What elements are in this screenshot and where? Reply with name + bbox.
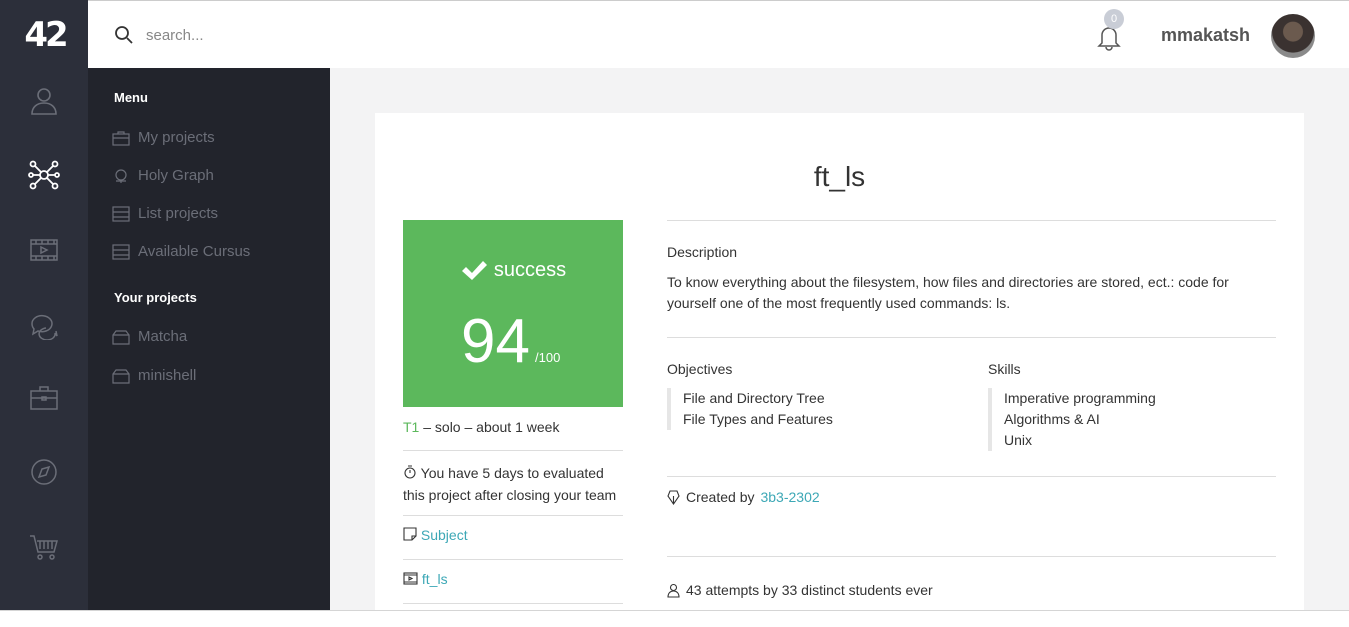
sub-menu-item-available-cursus[interactable]: Available Cursus bbox=[112, 243, 250, 260]
logo-42[interactable]: 42 bbox=[20, 15, 70, 55]
icon-rail: 42 bbox=[0, 0, 88, 610]
document-icon bbox=[403, 527, 417, 541]
attempts-line: 43 attempts by 33 distinct students ever bbox=[667, 582, 933, 598]
divider bbox=[403, 450, 623, 451]
video-icon bbox=[403, 572, 418, 585]
sub-menu-item-holy-graph[interactable]: Holy Graph bbox=[112, 167, 214, 184]
user-icon bbox=[667, 583, 680, 598]
box-icon bbox=[112, 329, 130, 345]
sub-menu-item-matcha[interactable]: Matcha bbox=[112, 328, 187, 345]
top-bar: 0 mmakatsh bbox=[88, 0, 1349, 68]
pen-icon bbox=[667, 489, 680, 505]
notification-badge: 0 bbox=[1104, 9, 1124, 29]
score-box: success 94 /100 bbox=[403, 220, 623, 407]
creator-link[interactable]: 3b3-2302 bbox=[760, 489, 819, 505]
description-label: Description bbox=[667, 244, 738, 260]
sub-menu-item-minishell[interactable]: minishell bbox=[112, 367, 196, 384]
divider bbox=[667, 337, 1276, 338]
skills-label: Skills bbox=[988, 361, 1021, 377]
project-card: ft_ls success 94 /100 T1 – solo – about … bbox=[375, 113, 1304, 610]
objectives-label: Objectives bbox=[667, 361, 733, 377]
skills-list: Imperative programming Algorithms & AI U… bbox=[988, 388, 1156, 451]
list-item: File Types and Features bbox=[683, 411, 833, 427]
username[interactable]: mmakatsh bbox=[1161, 25, 1250, 46]
divider bbox=[667, 556, 1276, 557]
project-description: To know everything about the filesystem,… bbox=[667, 274, 1229, 311]
graph-network-icon[interactable] bbox=[26, 157, 62, 193]
avatar[interactable] bbox=[1271, 14, 1315, 58]
repo-row[interactable]: ft_ls bbox=[403, 571, 623, 587]
your-projects-heading: Your projects bbox=[114, 290, 197, 305]
sub-menu-item-my-projects[interactable]: My projects bbox=[112, 129, 215, 146]
list-icon bbox=[112, 205, 130, 222]
sub-menu-item-list-projects[interactable]: List projects bbox=[112, 205, 218, 222]
divider bbox=[403, 559, 623, 560]
stopwatch-icon bbox=[404, 465, 416, 479]
deadline-note: You have 5 days to evaluated this projec… bbox=[403, 465, 617, 503]
search-input[interactable] bbox=[146, 23, 446, 47]
compass-icon[interactable] bbox=[26, 454, 62, 490]
bottom-strip bbox=[0, 610, 1349, 627]
list-item: Algorithms & AI bbox=[1004, 411, 1100, 427]
repo-link[interactable]: ft_ls bbox=[422, 571, 448, 587]
mark-out-of: /100 bbox=[535, 350, 561, 365]
tier-tag: T1 bbox=[403, 419, 420, 435]
briefcase-icon[interactable] bbox=[26, 380, 62, 416]
subject-link[interactable]: Subject bbox=[421, 527, 468, 543]
chat-icon[interactable] bbox=[26, 306, 62, 342]
list-item: Unix bbox=[1004, 432, 1033, 448]
cart-icon[interactable] bbox=[26, 528, 62, 564]
video-icon[interactable] bbox=[26, 232, 62, 268]
divider bbox=[667, 476, 1276, 477]
status-label: success bbox=[403, 258, 623, 282]
objectives-list: File and Directory Tree File Types and F… bbox=[667, 388, 833, 430]
list-item: File and Directory Tree bbox=[683, 390, 825, 406]
final-mark: 94 bbox=[461, 307, 530, 376]
subject-row[interactable]: Subject bbox=[403, 527, 623, 543]
box-icon bbox=[112, 368, 130, 384]
search-icon[interactable] bbox=[114, 25, 134, 45]
globe-icon bbox=[115, 168, 127, 183]
divider bbox=[667, 220, 1276, 221]
project-tier-line: T1 – solo – about 1 week bbox=[403, 419, 560, 435]
briefcase-icon bbox=[112, 130, 130, 146]
menu-heading: Menu bbox=[114, 90, 148, 105]
divider bbox=[403, 603, 623, 604]
project-title: ft_ls bbox=[813, 161, 866, 192]
list-icon bbox=[112, 243, 130, 260]
user-icon[interactable] bbox=[26, 82, 62, 118]
list-item: Imperative programming bbox=[1004, 390, 1156, 406]
created-by-line: Created by 3b3-2302 bbox=[667, 489, 820, 505]
checkmark-icon bbox=[461, 261, 487, 280]
divider bbox=[403, 515, 623, 516]
sub-menu-panel: Menu My projects Holy Graph List project… bbox=[88, 68, 330, 610]
